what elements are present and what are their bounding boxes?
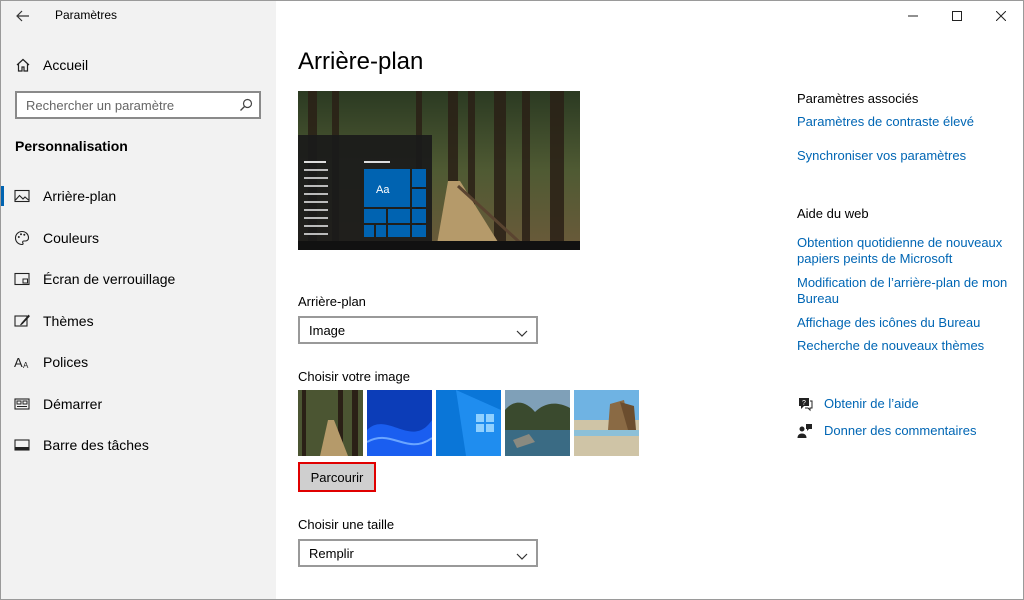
chevron-down-icon [516, 548, 528, 566]
browse-button-label: Parcourir [310, 469, 364, 485]
preview-image: Aa [298, 91, 580, 250]
image-thumbnails [298, 390, 639, 456]
svg-text:A: A [23, 361, 29, 370]
settings-window: Paramètres Accueil Personnalisation Arri… [0, 0, 1024, 600]
link-high-contrast[interactable]: Paramètres de contraste élevé [797, 114, 1012, 130]
back-button[interactable] [9, 5, 37, 27]
main-content: Arrière-plan Aa Arrière-plan Image Chois… [277, 1, 1023, 599]
background-dropdown-value: Image [309, 323, 346, 338]
themes-brush-icon [14, 313, 30, 329]
browse-button[interactable]: Parcourir [298, 462, 376, 492]
web-help-heading: Aide du web [797, 206, 869, 221]
start-tiles-icon [14, 396, 30, 412]
svg-text:A: A [14, 355, 23, 370]
home-icon [15, 57, 31, 78]
search-box[interactable] [15, 91, 261, 119]
sidebar-item-fonts[interactable]: AA Polices [1, 341, 276, 383]
thumbnail-coast-trees[interactable] [505, 390, 570, 456]
palette-icon [14, 230, 30, 246]
thumbnail-forest[interactable] [298, 390, 363, 456]
background-dropdown[interactable]: Image [298, 316, 538, 344]
thumbnail-blue-waves[interactable] [367, 390, 432, 456]
link-desktop-icons[interactable]: Affichage des icônes du Bureau [797, 315, 1012, 331]
minimize-button[interactable] [891, 1, 935, 31]
feedback-label: Donner des commentaires [824, 423, 977, 438]
get-help-label: Obtenir de l’aide [824, 396, 919, 411]
sidebar-item-label: Barre des tâches [43, 437, 149, 453]
sidebar-item-label: Thèmes [43, 312, 94, 329]
thumbnail-windows-light[interactable] [436, 390, 501, 456]
sidebar-item-themes[interactable]: Thèmes [1, 300, 276, 342]
sidebar-item-label: Couleurs [43, 229, 100, 246]
sidebar-item-lock-screen[interactable]: Écran de verrouillage [1, 258, 276, 300]
thumbnail-beach-rocks[interactable] [574, 390, 639, 456]
sidebar: Paramètres Accueil Personnalisation Arri… [1, 1, 276, 599]
app-title: Paramètres [55, 8, 118, 22]
home-label: Accueil [43, 57, 89, 73]
link-daily-wallpapers[interactable]: Obtention quotidienne de nouveaux papier… [797, 235, 1012, 267]
link-change-desktop-background[interactable]: Modification de l’arrière-plan de mon Bu… [797, 275, 1012, 307]
close-icon [996, 11, 1006, 21]
close-button[interactable] [979, 1, 1023, 31]
link-sync-settings[interactable]: Synchroniser vos paramètres [797, 148, 1012, 164]
fit-label: Choisir une taille [298, 517, 395, 532]
svg-text:?: ? [802, 400, 806, 407]
minimize-icon [908, 15, 918, 17]
maximize-button[interactable] [935, 1, 979, 31]
preview-tile-text: Aa [376, 184, 390, 196]
sidebar-nav: Arrière-plan Couleurs Écran de verrouill… [1, 175, 276, 466]
sidebar-item-start[interactable]: Démarrer [1, 383, 276, 425]
search-input[interactable] [17, 93, 236, 117]
fonts-icon: AA [14, 354, 30, 370]
sidebar-item-label: Écran de verrouillage [43, 271, 176, 287]
taskbar-icon [14, 437, 30, 453]
back-arrow-icon [16, 10, 29, 22]
sidebar-item-label: Démarrer [43, 395, 103, 412]
lock-screen-icon [14, 271, 30, 287]
link-new-themes[interactable]: Recherche de nouveaux thèmes [797, 338, 1012, 354]
choose-image-label: Choisir votre image [298, 369, 410, 384]
help-chat-icon: ? [797, 396, 813, 417]
background-preview: Aa [298, 91, 580, 250]
sidebar-item-taskbar[interactable]: Barre des tâches [1, 424, 276, 466]
chevron-down-icon [516, 325, 528, 343]
maximize-icon [952, 11, 962, 21]
section-title: Personnalisation [15, 138, 128, 154]
fit-dropdown-value: Remplir [309, 546, 354, 561]
related-heading: Paramètres associés [797, 91, 919, 106]
feedback-person-icon [797, 423, 813, 444]
window-controls [891, 1, 1023, 31]
search-icon[interactable] [239, 98, 253, 117]
fit-dropdown[interactable]: Remplir [298, 539, 538, 567]
home-link[interactable]: Accueil [1, 51, 276, 79]
sidebar-item-label: Arrière-plan [43, 188, 117, 204]
background-label: Arrière-plan [298, 294, 366, 309]
picture-icon [14, 188, 30, 204]
sidebar-item-background[interactable]: Arrière-plan [1, 175, 276, 217]
page-title: Arrière-plan [298, 48, 424, 75]
sidebar-item-label: Polices [43, 354, 89, 370]
sidebar-item-colors[interactable]: Couleurs [1, 217, 276, 259]
